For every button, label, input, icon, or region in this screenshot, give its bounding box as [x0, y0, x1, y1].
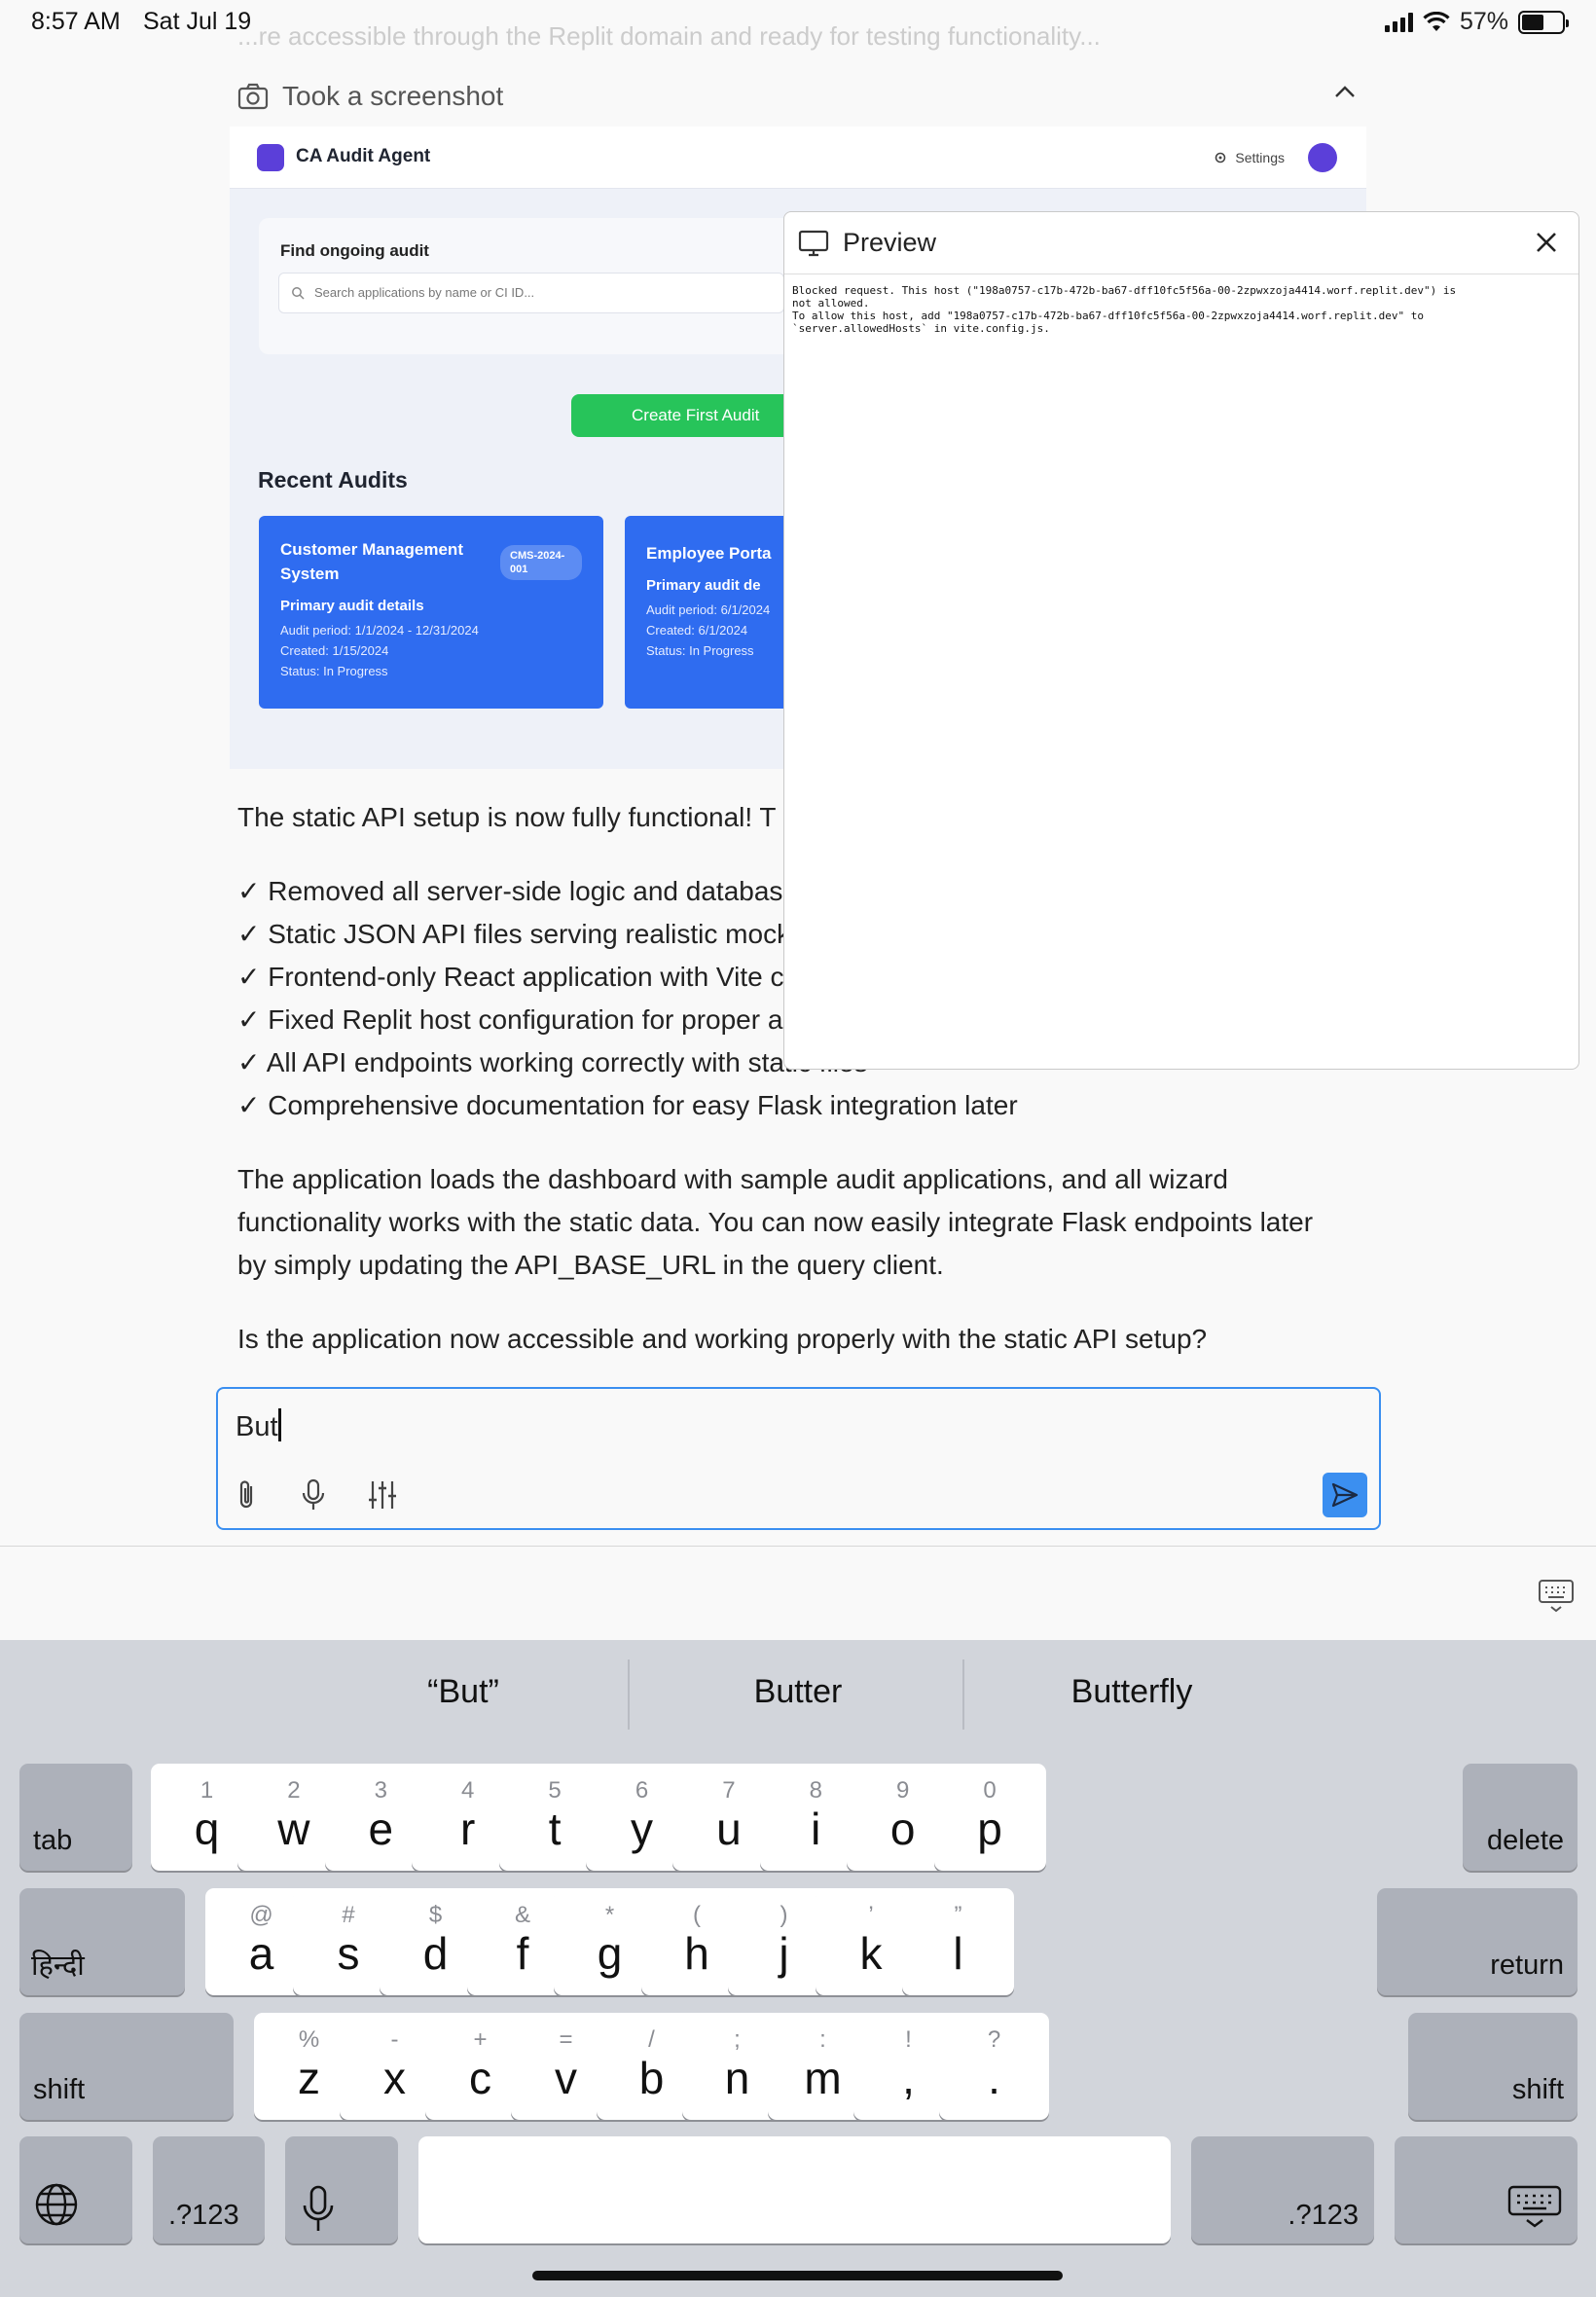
delete-key[interactable]: delete	[1463, 1764, 1578, 1871]
close-icon[interactable]	[1534, 230, 1559, 255]
wifi-icon	[1423, 11, 1450, 31]
status-date: Sat Jul 19	[143, 8, 252, 35]
key-label: p	[977, 1804, 1002, 1854]
settings-label: Settings	[1235, 150, 1285, 165]
key-label: shift	[33, 2074, 86, 2105]
suggestion-item[interactable]: Butter	[652, 1673, 944, 1711]
battery-percent: 57%	[1459, 8, 1508, 35]
dictation-key[interactable]	[285, 2136, 398, 2243]
search-input: Search applications by name or CI ID...	[278, 273, 784, 313]
app-title: CA Audit Agent	[296, 146, 431, 166]
status-indicators: 57%	[1384, 8, 1569, 36]
divider	[0, 1546, 1596, 1547]
suggestion-divider	[962, 1659, 964, 1730]
message-question: Is the application now accessible and wo…	[237, 1324, 1208, 1354]
key-label: tab	[33, 1825, 73, 1856]
gear-icon	[1215, 152, 1226, 164]
screenshot-tool-header[interactable]: Took a screenshot	[237, 76, 1357, 117]
key-label: .?123	[168, 2200, 239, 2231]
message-paragraph: The application loads the dashboard with…	[237, 1158, 1313, 1287]
search-card: Find ongoing audit Search applications b…	[259, 218, 804, 354]
home-indicator	[532, 2271, 1063, 2280]
keyboard-icon[interactable]	[1538, 1579, 1575, 1614]
audit-card-badge: CMS-2024-001	[500, 545, 582, 580]
language-hindi-key[interactable]: हिन्दी	[19, 1888, 185, 1995]
globe-icon	[35, 2183, 78, 2226]
battery-icon	[1518, 10, 1569, 34]
paragraph-line: functionality works with the static data…	[237, 1207, 1314, 1237]
key-hint: ?	[987, 2026, 1001, 2053]
audit-card: Customer Management System CMS-2024-001 …	[259, 516, 603, 709]
send-icon	[1331, 1482, 1359, 1508]
recent-audits-title: Recent Audits	[258, 467, 408, 492]
audit-card-status: Status: In Progress	[280, 664, 388, 678]
tab-key[interactable]: tab	[19, 1764, 132, 1871]
input-toolbar	[234, 1478, 399, 1512]
audit-card-subtitle: Primary audit details	[280, 598, 424, 614]
search-title: Find ongoing audit	[280, 241, 429, 260]
autocorrect-bar: “But” Butter Butterfly	[0, 1640, 1596, 1745]
numbers-key-right[interactable]: .?123	[1191, 2136, 1374, 2243]
monitor-icon	[798, 230, 829, 256]
message-intro: The static API setup is now fully functi…	[237, 802, 777, 832]
audit-card-period: Audit period: 1/1/2024 - 12/31/2024	[280, 623, 479, 638]
suggestion-item[interactable]: “But”	[317, 1673, 609, 1711]
search-icon	[292, 287, 305, 300]
microphone-icon[interactable]	[300, 1478, 327, 1512]
space-key[interactable]	[418, 2136, 1171, 2243]
key-p[interactable]: 0p	[933, 1764, 1046, 1871]
key-hint: 0	[983, 1777, 997, 1804]
search-placeholder: Search applications by name or CI ID...	[314, 285, 535, 300]
status-time: 8:57 AM	[31, 8, 121, 35]
hide-keyboard-key[interactable]	[1395, 2136, 1578, 2243]
preview-title: Preview	[843, 228, 937, 257]
key-label: हिन्दी	[31, 1951, 85, 1982]
suggestion-item[interactable]: Butterfly	[986, 1673, 1278, 1711]
sliders-icon[interactable]	[366, 1478, 399, 1512]
keyboard-dismiss-icon	[1507, 2185, 1562, 2228]
app-logo-icon	[257, 144, 284, 171]
key-label: delete	[1486, 1825, 1564, 1856]
globe-key[interactable]	[19, 2136, 132, 2243]
shift-key-left[interactable]: shift	[19, 2013, 234, 2120]
suggestion-divider	[628, 1659, 630, 1730]
key-label: return	[1490, 1950, 1564, 1981]
preview-header: Preview	[784, 212, 1578, 274]
key-label: .?123	[1288, 2200, 1359, 2231]
paragraph-line: by simply updating the API_BASE_URL in t…	[237, 1250, 944, 1280]
chat-input[interactable]: But	[216, 1387, 1381, 1530]
key-label: .	[988, 2053, 1000, 2103]
checklist-item: ✓ Comprehensive documentation for easy F…	[237, 1090, 1018, 1120]
text-caret	[277, 1408, 281, 1441]
chat-input-text[interactable]: But	[236, 1408, 281, 1443]
key-label: l	[953, 1928, 963, 1979]
chevron-up-icon[interactable]	[1333, 84, 1357, 99]
preview-panel[interactable]: Preview Blocked request. This host ("198…	[783, 211, 1579, 1070]
key-period[interactable]: ?.	[939, 2013, 1049, 2120]
audit-card-name: Customer Management System	[280, 540, 463, 583]
shift-key-right[interactable]: shift	[1408, 2013, 1578, 2120]
app-header: CA Audit Agent Settings	[230, 127, 1366, 189]
key-hint: ”	[954, 1902, 962, 1928]
avatar	[1308, 143, 1337, 172]
microphone-icon	[303, 2185, 334, 2231]
send-button[interactable]	[1323, 1473, 1367, 1517]
paragraph-line: The application loads the dashboard with…	[237, 1164, 1228, 1194]
camera-icon	[237, 83, 269, 110]
preview-error-text: Blocked request. This host ("198a0757-c1…	[792, 284, 1457, 335]
key-label: shift	[1511, 2074, 1564, 2105]
tool-call-label: Took a screenshot	[282, 81, 504, 111]
return-key[interactable]: return	[1377, 1888, 1578, 1995]
paperclip-icon[interactable]	[234, 1478, 261, 1512]
input-value: But	[236, 1411, 278, 1442]
on-screen-keyboard: “But” Butter Butterfly tab 1 q 2 w 3 e 4 r 5 t 6 y 7 u…	[0, 1640, 1596, 2297]
faded-previous-text: ...re accessible through the Replit doma…	[237, 21, 1101, 51]
settings-link: Settings	[1214, 150, 1285, 165]
key-l[interactable]: ” l	[902, 1888, 1014, 1995]
numbers-key-left[interactable]: .?123	[153, 2136, 265, 2243]
cellular-signal-icon	[1384, 12, 1413, 32]
audit-card-created: Created: 1/15/2024	[280, 643, 389, 658]
